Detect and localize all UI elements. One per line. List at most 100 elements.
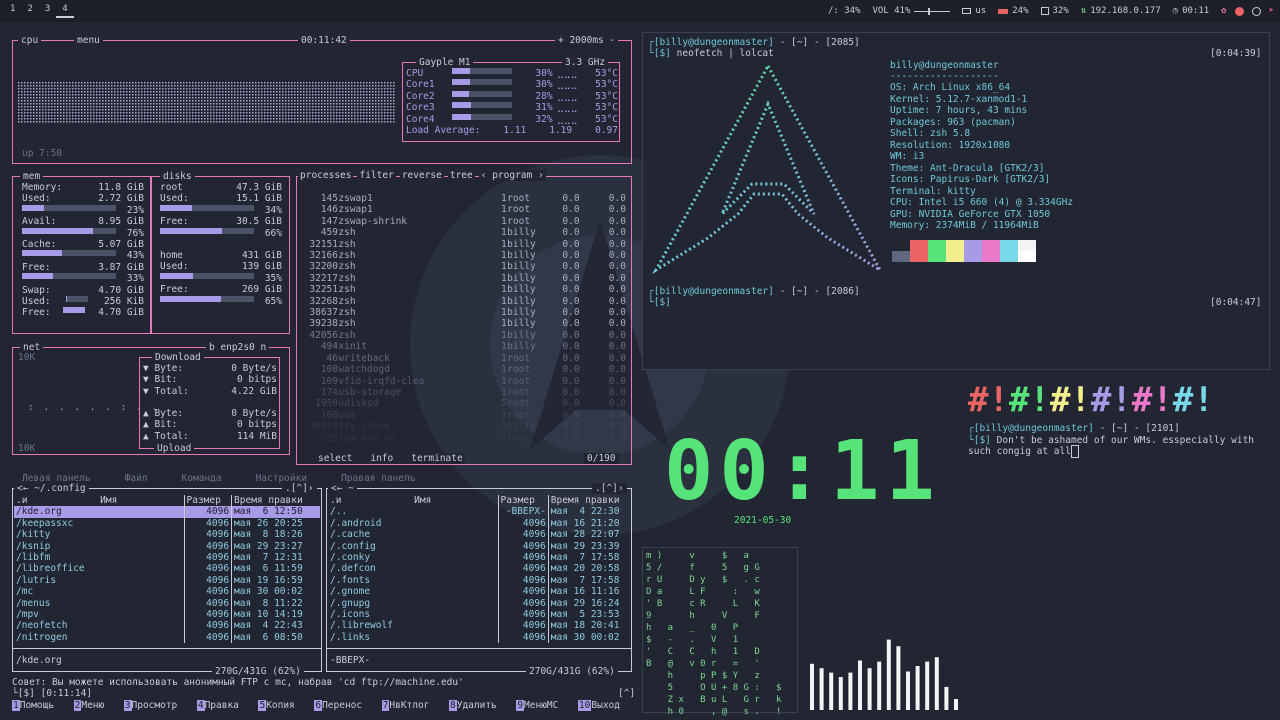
process-row[interactable]: 32251 zsh 1 billy 0.0 0.0 bbox=[302, 284, 626, 295]
fkey-9[interactable]: 9МенюМС bbox=[516, 700, 558, 711]
process-row[interactable]: 109 vfio-irqfd-clea 1 root 0.0 0.0 bbox=[302, 376, 626, 387]
mc-history-icon[interactable]: [^] bbox=[618, 688, 635, 699]
fkey-3[interactable]: 3Просмотр bbox=[123, 700, 177, 711]
process-tab-0[interactable]: processes bbox=[298, 170, 354, 181]
menu-tab[interactable]: menu bbox=[74, 35, 103, 46]
mc-file-row[interactable]: /.gnupg 4096 мая 29 16:24 bbox=[328, 597, 630, 610]
mc-file-row[interactable]: /mpv 4096 мая 10 14:19 bbox=[14, 609, 320, 621]
process-row[interactable]: 160 uas 1 root 0.0 0.0 bbox=[302, 410, 626, 421]
mc-left-path[interactable]: <← ~/.config bbox=[14, 483, 89, 494]
mc-file-row[interactable]: /kitty 4096 мая 8 18:26 bbox=[14, 529, 320, 541]
mc-col-header[interactable]: Время правки bbox=[547, 495, 630, 507]
mc-file-row[interactable]: /keepassxc 4096 мая 26 20:25 bbox=[14, 517, 320, 530]
neofetch-input[interactable]: └[$] bbox=[648, 297, 671, 309]
process-row[interactable]: 38637 zsh 1 billy 0.0 0.0 bbox=[302, 307, 626, 318]
mc-file-row[interactable]: /.android 4096 мая 16 21:20 bbox=[328, 517, 630, 530]
tray-app-icon[interactable]: ✿ bbox=[1221, 6, 1226, 16]
mc-file-row[interactable]: /kde.org 4096 мая 6 12:50 bbox=[14, 506, 320, 518]
fkey-7[interactable]: 7НвКтлог bbox=[381, 700, 429, 711]
tray-arrow-icon[interactable]: ➤ bbox=[1269, 6, 1274, 16]
volume-indicator[interactable]: VOL 41% bbox=[872, 6, 951, 16]
fkey-8[interactable]: 8Удалить bbox=[448, 700, 497, 711]
workspace-2[interactable]: 2 bbox=[21, 4, 38, 18]
process-row[interactable]: 108 watchdogd 1 root 0.0 0.0 bbox=[302, 364, 626, 375]
fkey-6[interactable]: 6Перенос bbox=[314, 700, 362, 711]
mc-menu-item-2[interactable]: Команда bbox=[182, 473, 222, 484]
volume-slider[interactable] bbox=[914, 7, 951, 15]
mc-file-row[interactable]: /.icons 4096 мая 5 23:53 bbox=[328, 609, 630, 621]
net-interface[interactable]: b enp2s0 n bbox=[206, 342, 270, 353]
mc-file-row[interactable]: /lutris 4096 мая 19 16:59 bbox=[14, 574, 320, 587]
process-action-terminate[interactable]: terminate bbox=[409, 453, 465, 464]
process-tab-2[interactable]: reverse bbox=[399, 170, 444, 181]
brightness-indicator[interactable]: /: 34% bbox=[828, 6, 861, 16]
mc-file-row[interactable]: /libfm 4096 мая 7 12:31 bbox=[14, 552, 320, 564]
mc-file-row[interactable]: /menus 4096 мая 8 11:22 bbox=[14, 597, 320, 610]
quote-text-2[interactable]: such congig at all bbox=[968, 445, 1079, 458]
mc-file-row[interactable]: /.cache 4096 мая 28 22:07 bbox=[328, 529, 630, 541]
process-row[interactable]: 32151 zsh 1 billy 0.0 0.0 bbox=[302, 239, 626, 250]
process-row[interactable]: 32200 zsh 1 billy 0.0 0.0 bbox=[302, 261, 626, 272]
keyboard-indicator[interactable]: us bbox=[962, 6, 986, 16]
mc-file-row[interactable]: /.defcon 4096 мая 20 20:58 bbox=[328, 563, 630, 575]
process-row[interactable]: 46 writeback 1 root 0.0 0.0 bbox=[302, 353, 626, 364]
process-row[interactable]: 32268 zsh 1 billy 0.0 0.0 bbox=[302, 296, 626, 307]
process-action-info[interactable]: info bbox=[368, 453, 396, 464]
mc-file-row[interactable]: /.librewolf 4096 мая 18 20:41 bbox=[328, 620, 630, 632]
tray-user-icon[interactable] bbox=[1234, 6, 1244, 16]
disks-title: disks bbox=[160, 171, 195, 182]
refresh-rate[interactable]: + 2000ms - bbox=[555, 35, 619, 46]
mc-file-row[interactable]: /.links 4096 мая 30 00:02 bbox=[328, 631, 630, 644]
cpu-tab[interactable]: cpu bbox=[21, 35, 38, 46]
fkey-1[interactable]: 1Помощь bbox=[12, 700, 54, 711]
mc-right-path[interactable]: <← ~ bbox=[328, 483, 357, 494]
process-row[interactable]: 38514 tty-clock 1 billy 0.0 0.0 bbox=[302, 421, 626, 432]
fkey-5[interactable]: 5Копия bbox=[258, 700, 295, 711]
mc-col-header[interactable]: Имя bbox=[348, 495, 498, 506]
mc-file-row[interactable]: /mc 4096 мая 30 00:02 bbox=[14, 586, 320, 598]
workspace-1[interactable]: 1 bbox=[4, 4, 21, 18]
process-cell: root bbox=[507, 204, 531, 216]
mc-left-toggle[interactable]: .[^]› bbox=[282, 483, 317, 494]
fkey-2[interactable]: 2Меню bbox=[73, 700, 104, 711]
fkey-4[interactable]: 4Правка bbox=[196, 700, 239, 711]
mc-file-row[interactable]: /nitrogen 4096 мая 6 08:50 bbox=[14, 631, 320, 644]
process-row[interactable]: 32166 zsh 1 billy 0.0 0.0 bbox=[302, 250, 626, 261]
mc-prompt[interactable]: └[$] [0:11:14] bbox=[12, 688, 92, 699]
process-row[interactable]: 32217 zsh 1 billy 0.0 0.0 bbox=[302, 273, 626, 284]
process-row[interactable]: 145 zswap1 1 root 0.0 0.0 bbox=[302, 193, 626, 204]
fkey-10[interactable]: 10Выход bbox=[577, 700, 620, 711]
process-row[interactable]: 147 zswap-shrink 1 root 0.0 0.0 bbox=[302, 216, 626, 227]
mc-col-header[interactable]: .и bbox=[328, 495, 348, 506]
workspace-3[interactable]: 3 bbox=[39, 4, 56, 18]
process-row[interactable]: 42056 zsh 1 billy 0.0 0.0 bbox=[302, 330, 626, 341]
process-row[interactable]: 105 tpm_dev_wq 1 root 0.0 0.0 bbox=[302, 433, 626, 444]
process-row[interactable]: 39238 zsh 1 billy 0.0 0.0 bbox=[302, 318, 626, 329]
mc-file-row[interactable]: /neofetch 4096 мая 4 22:43 bbox=[14, 620, 320, 632]
mc-file-row[interactable]: /.fonts 4096 мая 7 17:58 bbox=[328, 574, 630, 587]
mc-col-header[interactable]: Размер bbox=[497, 495, 549, 507]
process-action-select[interactable]: select bbox=[316, 453, 355, 464]
process-row[interactable]: 494 xinit 1 billy 0.0 0.0 bbox=[302, 341, 626, 352]
mc-file-row[interactable]: /.config 4096 мая 29 23:39 bbox=[328, 540, 630, 553]
mc-file-row[interactable]: /.conky 4096 мая 7 17:58 bbox=[328, 552, 630, 564]
mc-col-header[interactable]: Размер bbox=[183, 495, 232, 507]
workspace-4[interactable]: 4 bbox=[56, 4, 74, 18]
mc-col-header[interactable]: .и bbox=[14, 495, 34, 506]
tray-update-icon[interactable] bbox=[1251, 6, 1261, 16]
process-row[interactable]: 174 usb-storage 1 root 0.0 0.0 bbox=[302, 387, 626, 398]
mc-col-header[interactable]: Имя bbox=[34, 495, 184, 506]
mc-file-row[interactable]: /ksnip 4096 мая 29 23:27 bbox=[14, 540, 320, 553]
process-row[interactable]: 459 zsh 1 billy 0.0 0.0 bbox=[302, 227, 626, 238]
process-tab-4[interactable]: ‹ program › bbox=[478, 170, 546, 181]
mc-file-row[interactable]: /.. -ВВЕРХ-мая 4 22:30 bbox=[328, 506, 630, 518]
process-row[interactable]: 146 zswap1 1 root 0.0 0.0 bbox=[302, 204, 626, 215]
mc-file-row[interactable]: /libreoffice 4096 мая 6 11:59 bbox=[14, 563, 320, 575]
mc-col-header[interactable]: Время правки bbox=[231, 495, 320, 507]
mc-menu-item-1[interactable]: Файл bbox=[125, 473, 148, 484]
mc-right-toggle[interactable]: .[^]› bbox=[592, 483, 627, 494]
mc-file-row[interactable]: /.gnome 4096 мая 16 11:16 bbox=[328, 586, 630, 598]
process-tab-1[interactable]: filter bbox=[357, 170, 396, 181]
process-tab-3[interactable]: tree bbox=[447, 170, 475, 181]
process-row[interactable]: 1950 udisksd 5 root 0.0 0.0 bbox=[302, 398, 626, 409]
